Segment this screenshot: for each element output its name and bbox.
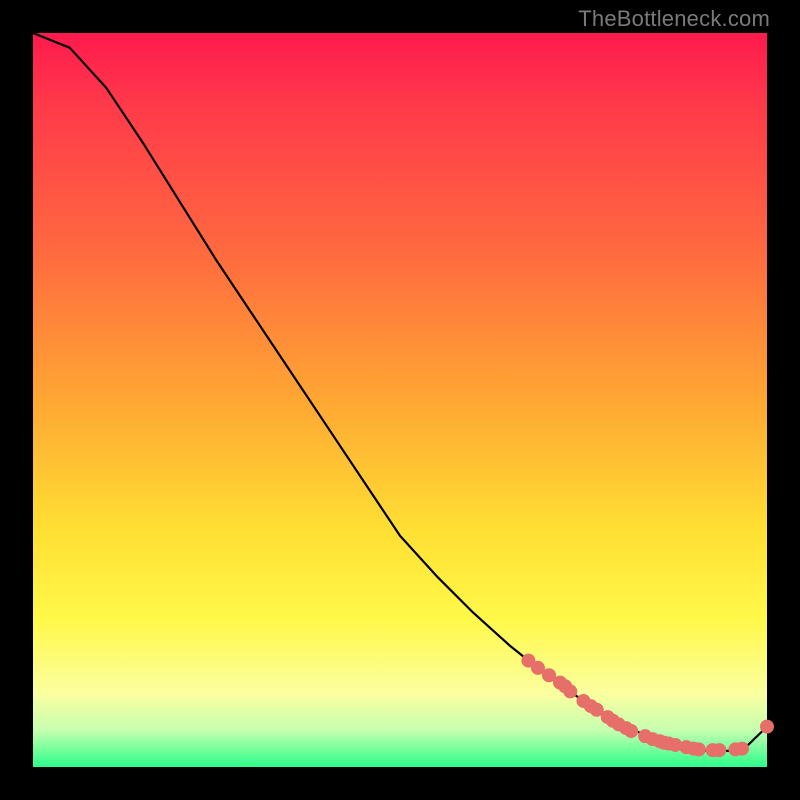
marker-point — [735, 742, 749, 756]
chart-frame: TheBottleneck.com — [0, 0, 800, 800]
marker-point — [760, 720, 774, 734]
marker-point — [692, 742, 706, 756]
marker-group — [521, 654, 774, 758]
marker-point — [563, 684, 577, 698]
chart-svg — [33, 33, 767, 767]
marker-point — [712, 743, 726, 757]
watermark-text: TheBottleneck.com — [578, 6, 770, 32]
marker-point — [624, 724, 638, 738]
bottleneck-curve — [33, 33, 767, 751]
